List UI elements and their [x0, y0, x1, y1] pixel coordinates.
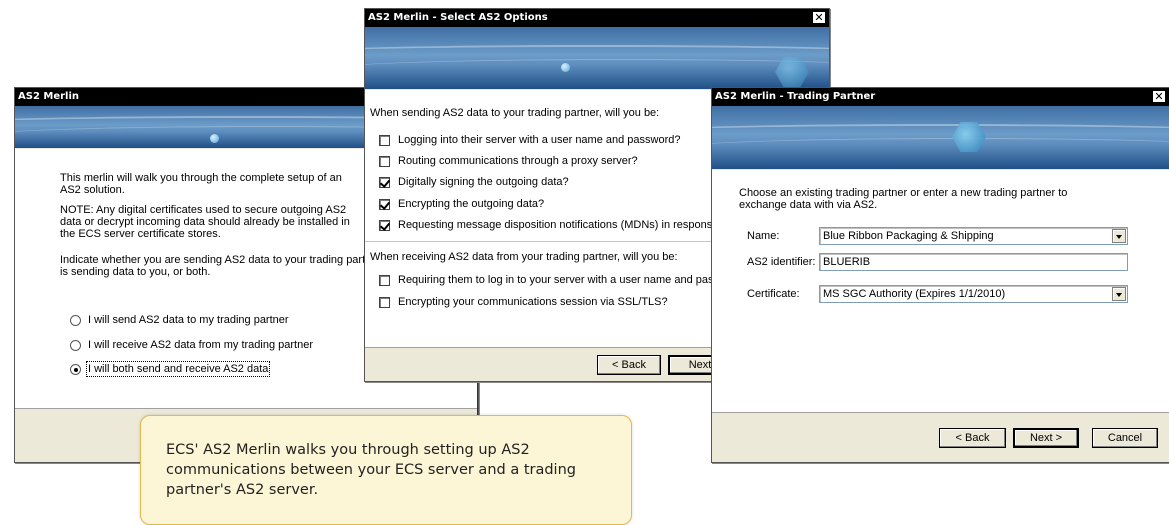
opt-proxy-label: Routing communications through a proxy s… — [398, 155, 638, 167]
name-dropdown[interactable]: Blue Ribbon Packaging & Shipping — [819, 227, 1128, 245]
chevron-down-icon[interactable] — [1112, 229, 1126, 243]
opt-require-login[interactable]: Requiring them to log in to your server … — [379, 274, 749, 286]
certificate-label: Certificate: — [747, 288, 800, 300]
radio-both-circle[interactable] — [70, 363, 81, 375]
merlin-note: NOTE: Any digital certificates used to s… — [60, 204, 350, 240]
opt-encrypt[interactable]: Encrypting the outgoing data? — [379, 198, 544, 210]
partner-next-button[interactable]: Next > — [1013, 428, 1079, 448]
opt-login-label: Logging into their server with a user na… — [398, 134, 681, 146]
options-title-bar: AS2 Merlin - Select AS2 Options ✕ — [365, 9, 829, 27]
certificate-value: MS SGC Authority (Expires 1/1/2010) — [823, 288, 1006, 300]
partner-title-bar: AS2 Merlin - Trading Partner ✕ — [712, 88, 1169, 106]
partner-banner — [712, 106, 1169, 169]
partner-back-button[interactable]: < Back — [939, 428, 1006, 448]
certificate-dropdown[interactable]: MS SGC Authority (Expires 1/1/2010) — [819, 285, 1128, 303]
connector-line — [477, 382, 478, 416]
merlin-title: AS2 Merlin — [18, 91, 80, 102]
opt-proxy-checkbox[interactable] — [379, 155, 390, 167]
callout-box: ECS' AS2 Merlin walks you through settin… — [140, 415, 632, 525]
opt-ssl-checkbox[interactable] — [379, 296, 390, 308]
partner-footer: < Back Next > Cancel — [712, 412, 1169, 462]
opt-encrypt-checkbox[interactable] — [379, 198, 390, 210]
name-label: Name: — [747, 230, 780, 242]
opt-mdn-label: Requesting message disposition notificat… — [398, 219, 725, 231]
radio-send-label: I will send AS2 data to my trading partn… — [88, 314, 289, 326]
partner-instructions: Choose an existing trading partner or en… — [739, 187, 1068, 211]
partner-title: AS2 Merlin - Trading Partner — [715, 91, 876, 102]
opt-mdn-checkbox[interactable] — [379, 219, 390, 231]
partner-body: Choose an existing trading partner or en… — [712, 170, 1169, 412]
receiving-header: When receiving AS2 data from your tradin… — [370, 251, 678, 263]
identifier-label: AS2 identifier: — [747, 256, 816, 268]
radio-both-label: I will both send and receive AS2 data — [85, 361, 271, 377]
options-banner — [365, 27, 829, 89]
radio-send-circle[interactable] — [70, 314, 81, 326]
options-close-button[interactable]: ✕ — [812, 11, 826, 24]
banner-orb-icon — [561, 63, 570, 72]
sending-header: When sending AS2 data to your trading pa… — [370, 107, 660, 119]
opt-ssl[interactable]: Encrypting your communications session v… — [379, 296, 668, 308]
radio-both[interactable]: I will both send and receive AS2 data — [70, 361, 271, 377]
partner-close-button[interactable]: ✕ — [1152, 90, 1166, 103]
merlin-intro: This merlin will walk you through the co… — [60, 172, 342, 196]
radio-receive-label: I will receive AS2 data from my trading … — [88, 339, 313, 351]
identifier-input[interactable]: BLUERIB — [819, 253, 1128, 271]
opt-encrypt-label: Encrypting the outgoing data? — [398, 198, 545, 210]
opt-proxy[interactable]: Routing communications through a proxy s… — [379, 155, 638, 167]
opt-sign-label: Digitally signing the outgoing data? — [398, 176, 569, 188]
chevron-down-icon[interactable] — [1112, 287, 1126, 301]
trading-partner-window: AS2 Merlin - Trading Partner ✕ Choose an… — [711, 87, 1169, 463]
partner-cancel-button[interactable]: Cancel — [1092, 428, 1158, 448]
options-back-button[interactable]: < Back — [597, 355, 661, 375]
radio-send[interactable]: I will send AS2 data to my trading partn… — [70, 314, 289, 326]
opt-login-checkbox[interactable] — [379, 134, 390, 146]
banner-orb-icon — [210, 134, 219, 143]
opt-ssl-label: Encrypting your communications session v… — [398, 296, 668, 308]
radio-receive[interactable]: I will receive AS2 data from my trading … — [70, 339, 313, 351]
opt-mdn[interactable]: Requesting message disposition notificat… — [379, 219, 725, 231]
name-value: Blue Ribbon Packaging & Shipping — [823, 230, 994, 242]
options-title: AS2 Merlin - Select AS2 Options — [368, 12, 548, 23]
radio-receive-circle[interactable] — [70, 339, 81, 351]
opt-login[interactable]: Logging into their server with a user na… — [379, 134, 681, 146]
opt-sign[interactable]: Digitally signing the outgoing data? — [379, 176, 569, 188]
identifier-value: BLUERIB — [823, 256, 871, 268]
callout-text: ECS' AS2 Merlin walks you through settin… — [166, 442, 576, 498]
opt-require-login-label: Requiring them to log in to your server … — [398, 274, 749, 286]
opt-sign-checkbox[interactable] — [379, 176, 390, 188]
opt-require-login-checkbox[interactable] — [379, 274, 390, 286]
